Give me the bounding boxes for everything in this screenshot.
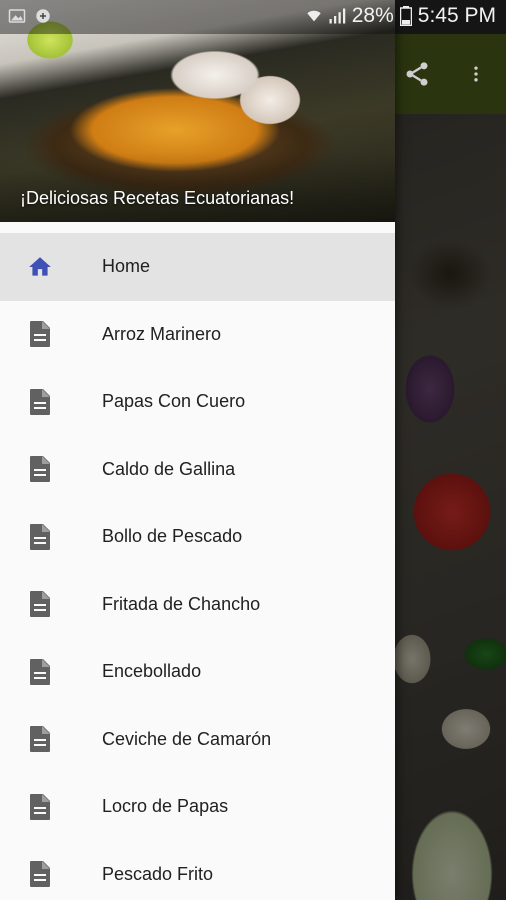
share-icon[interactable] [402,60,432,88]
nav-item-recipe[interactable]: Locro de Papas [0,773,395,841]
document-icon [26,793,54,821]
drawer-header-title: ¡Deliciosas Recetas Ecuatorianas! [20,188,295,208]
nav-item-label: Home [102,256,151,277]
document-icon [26,725,54,753]
nav-item-recipe[interactable]: Pescado Frito [0,841,395,900]
nav-item-recipe[interactable]: Bollo de Pescado [0,503,395,571]
navigation-drawer: ¡Deliciosas Recetas Ecuatorianas! Home A… [0,0,395,900]
more-vert-icon[interactable] [466,60,486,88]
nav-item-label: Pescado Frito [102,863,214,884]
document-icon [26,860,54,888]
nav-item-recipe[interactable]: Ceviche de Camarón [0,706,395,774]
document-icon [26,658,54,686]
clock: 5:45 PM [417,4,496,27]
nav-item-home[interactable]: Home [0,233,395,301]
image-notification-icon [8,9,26,23]
nav-item-recipe[interactable]: Arroz Marinero [0,301,395,369]
battery-icon [399,6,412,26]
document-icon [26,523,54,551]
wifi-icon [307,10,321,22]
document-icon [26,455,54,483]
nav-item-label: Arroz Marinero [102,323,222,344]
signal-icon [329,8,345,24]
nav-item-recipe[interactable]: Encebollado [0,638,395,706]
nav-item-label: Papas Con Cuero [102,391,246,412]
nav-item-label: Fritada de Chancho [102,593,261,614]
nav-item-recipe[interactable]: Caldo de Gallina [0,436,395,504]
nav-item-label: Ceviche de Camarón [102,728,272,749]
document-icon [26,388,54,416]
battery-percent: 28% [351,4,394,27]
nav-item-recipe[interactable]: Fritada de Chancho [0,571,395,639]
nav-item-label: Bollo de Pescado [102,526,243,547]
status-bar: 28% 5:45 PM [0,0,506,34]
nav-item-recipe[interactable]: Papas Con Cuero [0,368,395,436]
document-icon [26,320,54,348]
nav-menu: Home Arroz Marinero Papas Con Cuero Cald… [0,233,395,900]
home-icon [26,253,54,281]
nav-item-label: Caldo de Gallina [102,458,236,479]
nav-item-label: Encebollado [102,661,202,682]
sync-notification-icon [36,9,50,23]
document-icon [26,590,54,618]
nav-item-label: Locro de Papas [102,796,229,817]
